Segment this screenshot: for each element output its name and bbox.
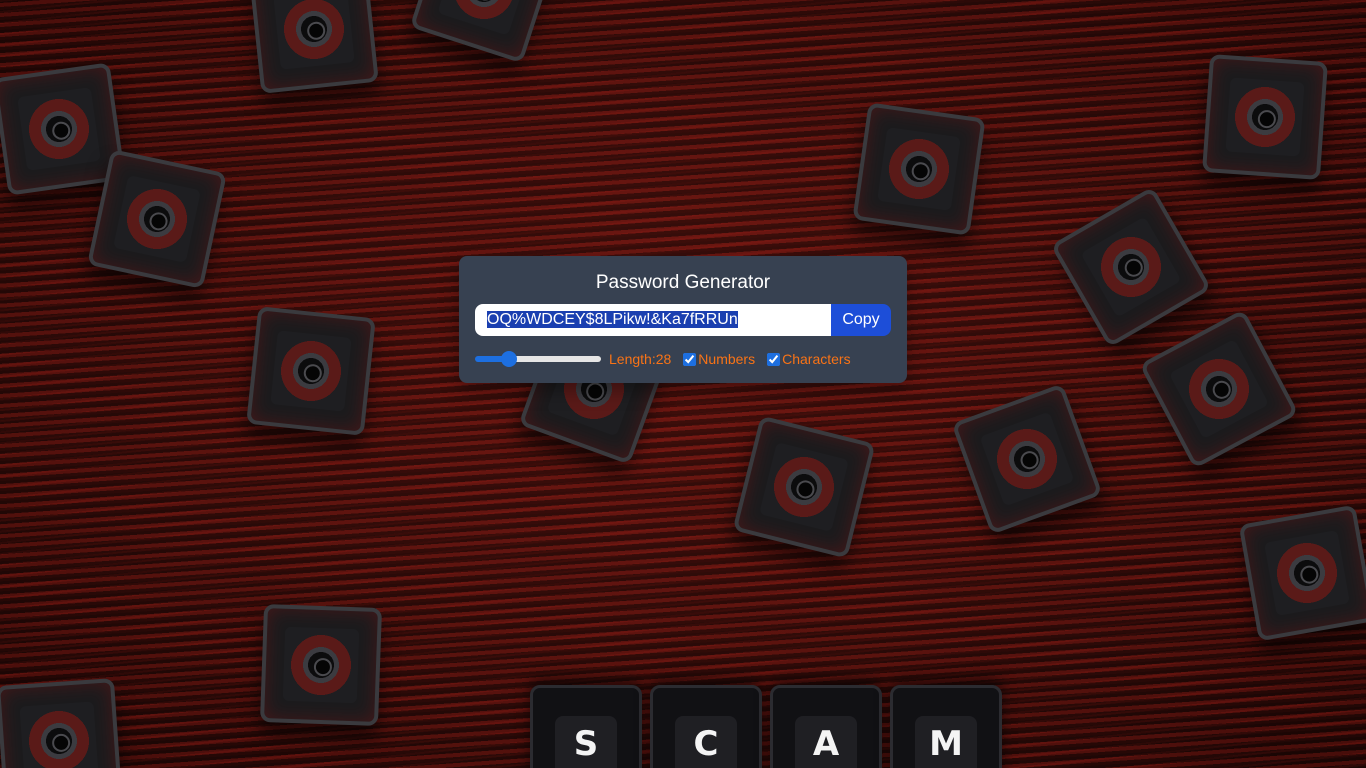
letter-keycap: M <box>890 685 1002 768</box>
letter-keycap-label: M <box>915 716 977 768</box>
keycap-14 <box>0 678 122 768</box>
letter-keycap-row: S C A M <box>530 685 1010 768</box>
copy-button[interactable]: Copy <box>831 304 891 336</box>
letter-keycap: C <box>650 685 762 768</box>
password-value: OQ%WDCEY$8LPikw!&Ka7fRRUn <box>487 311 738 328</box>
characters-option: Characters <box>761 351 851 367</box>
length-label: Length: <box>609 351 656 367</box>
length-value: 28 <box>655 351 672 367</box>
keycap-2 <box>87 149 227 289</box>
password-input-row: OQ%WDCEY$8LPikw!&Ka7fRRUn Copy <box>475 304 891 336</box>
keycap-15 <box>1238 504 1366 642</box>
characters-checkbox[interactable] <box>767 352 781 366</box>
password-field[interactable]: OQ%WDCEY$8LPikw!&Ka7fRRUn <box>475 304 831 336</box>
keycap-5 <box>246 306 376 436</box>
length-slider[interactable] <box>475 356 601 362</box>
letter-keycap: S <box>530 685 642 768</box>
letter-keycap: A <box>770 685 882 768</box>
length-readout: Length: 28 <box>609 351 671 367</box>
options-row: Length: 28 Numbers Characters <box>475 349 891 369</box>
characters-label[interactable]: Characters <box>782 351 850 367</box>
keycap-13 <box>259 603 383 727</box>
numbers-checkbox[interactable] <box>683 352 697 366</box>
keycap-7 <box>1202 54 1328 180</box>
numbers-option: Numbers <box>677 351 755 367</box>
letter-keycap-label: C <box>675 716 737 768</box>
password-generator-panel: Password Generator OQ%WDCEY$8LPikw!&Ka7f… <box>459 256 907 383</box>
letter-keycap-label: A <box>795 716 857 768</box>
keycap-6 <box>852 102 986 236</box>
numbers-label[interactable]: Numbers <box>698 351 755 367</box>
panel-title: Password Generator <box>595 272 771 293</box>
letter-keycap-label: S <box>555 716 617 768</box>
keycap-3 <box>249 0 379 94</box>
